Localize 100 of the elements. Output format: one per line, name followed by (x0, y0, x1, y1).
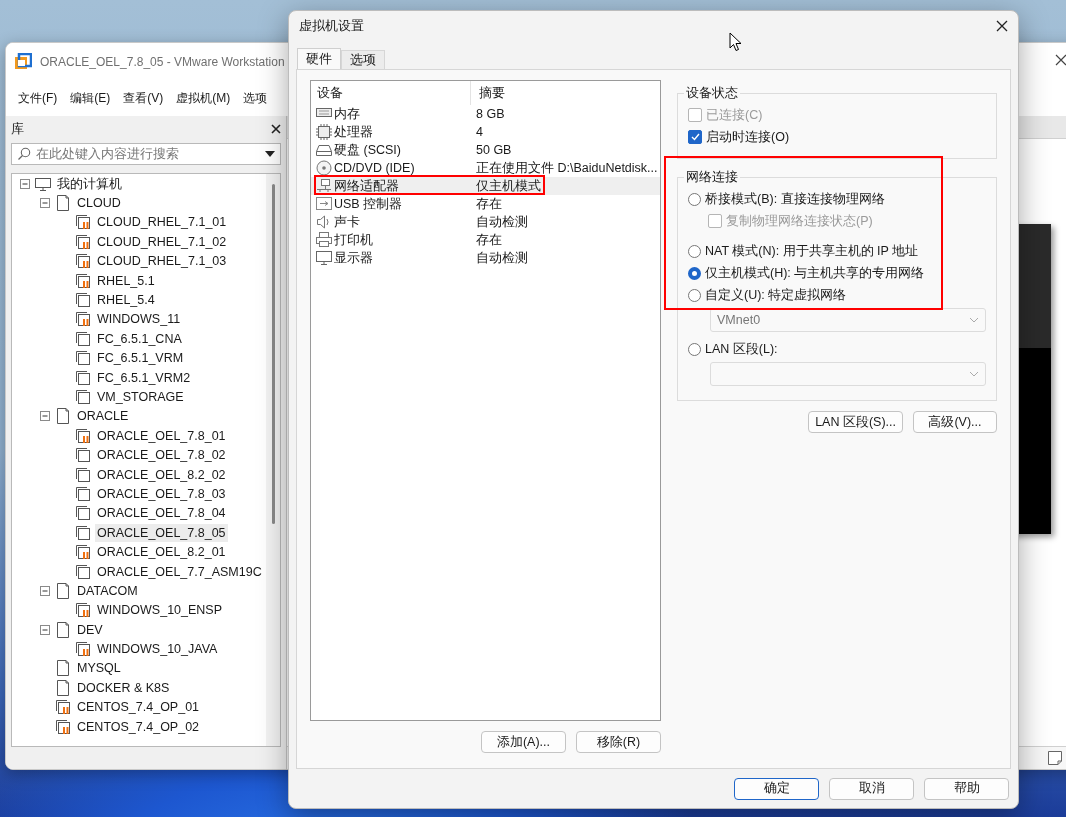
dialog-button[interactable]: 取消 (829, 777, 914, 800)
menu-item[interactable]: 查看(V) (123, 90, 164, 107)
tree-item[interactable]: ORACLE_OEL_8.2_01 (95, 543, 228, 562)
device-row[interactable]: 打印机 存在 (311, 231, 660, 249)
collapse-icon[interactable] (20, 178, 30, 189)
tree-item[interactable]: CENTOS_7.4_OP_02 (75, 717, 202, 736)
window-title: ORACLE_OEL_7.8_05 - VMware Workstation (40, 55, 285, 69)
tree-item[interactable]: RHEL_5.1 (95, 271, 157, 290)
radio-button[interactable] (688, 288, 701, 302)
dialog-button[interactable]: 确定 (734, 777, 819, 800)
tree-item[interactable]: ORACLE_OEL_7.7_ASM19C (95, 562, 264, 581)
menu-item[interactable]: 选项 (243, 90, 268, 107)
tree-item[interactable]: DOCKER & K8S (75, 678, 172, 697)
collapse-icon[interactable] (40, 624, 50, 635)
checkbox[interactable] (688, 130, 702, 144)
action-button[interactable]: 添加(A)... (481, 731, 566, 753)
column-header[interactable]: 设备 (317, 84, 470, 102)
radio-button[interactable] (688, 244, 701, 258)
radio-label: LAN 区段(L): (705, 340, 778, 358)
tree-item[interactable]: MYSQL (75, 659, 123, 678)
tree-item[interactable]: FC_6.5.1_CNA (95, 329, 184, 348)
device-name: 声卡 (334, 213, 360, 231)
tree-item[interactable]: ORACLE_OEL_7.8_01 (95, 426, 228, 445)
device-name: 内存 (334, 105, 360, 123)
device-row[interactable]: 内存 8 GB (311, 105, 660, 123)
tree-item[interactable]: WINDOWS_10_ENSP (95, 601, 225, 620)
action-button[interactable]: LAN 区段(S)... (808, 411, 903, 433)
device-row[interactable]: 声卡 自动检测 (311, 213, 660, 231)
radio-label: 仅主机模式(H): 与主机共享的专用网络 (705, 264, 925, 282)
tab[interactable]: 选项 (341, 50, 385, 69)
checkbox-label: 启动时连接(O) (706, 128, 790, 146)
device-name: 网络适配器 (334, 177, 399, 195)
tree-item[interactable]: DATACOM (75, 581, 140, 600)
chevron-icon (969, 371, 979, 377)
action-button[interactable]: 移除(R) (576, 731, 661, 753)
group-title: 设备状态 (685, 85, 739, 102)
document-icon (54, 678, 72, 697)
caret-icon[interactable] (264, 150, 276, 158)
column-header[interactable]: 摘要 (470, 81, 660, 105)
tree-item[interactable]: ORACLE_OEL_7.8_02 (95, 446, 228, 465)
tree-item[interactable]: CENTOS_7.4_OP_01 (75, 698, 202, 717)
menu-item[interactable]: 文件(F) (18, 90, 58, 107)
device-summary: 自动检测 (475, 213, 529, 231)
device-summary: 存在 (475, 195, 503, 213)
checkbox-label: 复制物理网络连接状态(P) (726, 212, 873, 230)
tree-item[interactable]: CLOUD_RHEL_7.1_01 (95, 213, 229, 232)
tree-item[interactable]: ORACLE_OEL_7.8_04 (95, 504, 228, 523)
tree-item[interactable]: ORACLE (75, 407, 131, 426)
tab[interactable]: 硬件 (297, 48, 341, 69)
cursor-icon (729, 32, 742, 52)
tree-item[interactable]: CLOUD (75, 194, 123, 213)
dialog-button[interactable]: 帮助 (924, 777, 1009, 800)
device-row[interactable]: 网络适配器 仅主机模式 (311, 177, 660, 195)
tree-item[interactable]: WINDOWS_10_JAVA (95, 640, 220, 659)
device-row[interactable]: 处理器 4 (311, 123, 660, 141)
menu-item[interactable]: 虚拟机(M) (176, 90, 231, 107)
tree-item[interactable]: CLOUD_RHEL_7.1_03 (95, 252, 229, 271)
tree-item[interactable]: DEV (75, 620, 105, 639)
radio-button[interactable] (688, 342, 701, 356)
tree-item[interactable]: ORACLE_OEL_7.8_03 (95, 484, 228, 503)
radio-label: 桥接模式(B): 直接连接物理网络 (705, 190, 885, 208)
collapse-icon[interactable] (40, 198, 50, 209)
close-icon[interactable] (271, 124, 281, 134)
tree-item[interactable]: VM_STORAGE (95, 388, 186, 406)
radio-button[interactable] (688, 266, 701, 280)
tree-item[interactable]: ORACLE_OEL_7.8_05 (95, 523, 228, 542)
device-summary: 8 GB (475, 107, 506, 121)
monitor-icon (315, 249, 333, 267)
tree-item[interactable]: CLOUD_RHEL_7.1_02 (95, 232, 229, 251)
device-name: 处理器 (334, 123, 373, 141)
device-row[interactable]: 硬盘 (SCSI) 50 GB (311, 141, 660, 159)
device-row[interactable]: CD/DVD (IDE) 正在使用文件 D:\BaiduNetdisk... (311, 159, 660, 177)
device-summary: 存在 (475, 231, 503, 249)
document-icon (54, 194, 72, 213)
tree-item[interactable]: FC_6.5.1_VRM2 (95, 368, 193, 387)
radio-button[interactable] (688, 192, 701, 206)
chip-icon (315, 123, 333, 141)
close-icon[interactable] (996, 20, 1008, 32)
printer-icon (315, 231, 333, 249)
tree-item[interactable]: RHEL_5.4 (95, 291, 157, 310)
network-icon (315, 177, 333, 195)
search-icon (17, 147, 31, 161)
search-field[interactable]: 在此处键入内容进行搜索 (11, 143, 281, 165)
menu-item[interactable]: 编辑(E) (70, 90, 111, 107)
document-icon (54, 620, 72, 639)
checkbox-label: 已连接(C) (706, 106, 763, 124)
device-row[interactable]: 显示器 自动检测 (311, 249, 660, 267)
device-row[interactable]: USB 控制器 存在 (311, 195, 660, 213)
scrollbar-thumb[interactable] (272, 184, 275, 524)
tree-item[interactable]: WINDOWS_11 (95, 310, 183, 329)
tree-item[interactable]: FC_6.5.1_VRM (95, 349, 186, 368)
collapse-icon[interactable] (40, 411, 50, 422)
disc-icon (315, 159, 333, 177)
note-icon (1047, 750, 1063, 766)
action-button[interactable]: 高级(V)... (913, 411, 997, 433)
tree-item[interactable]: 我的计算机 (55, 174, 124, 193)
radio-label: 自定义(U): 特定虚拟网络 (705, 286, 847, 304)
close-icon[interactable] (1055, 54, 1066, 66)
collapse-icon[interactable] (40, 585, 50, 596)
tree-item[interactable]: ORACLE_OEL_8.2_02 (95, 465, 228, 484)
